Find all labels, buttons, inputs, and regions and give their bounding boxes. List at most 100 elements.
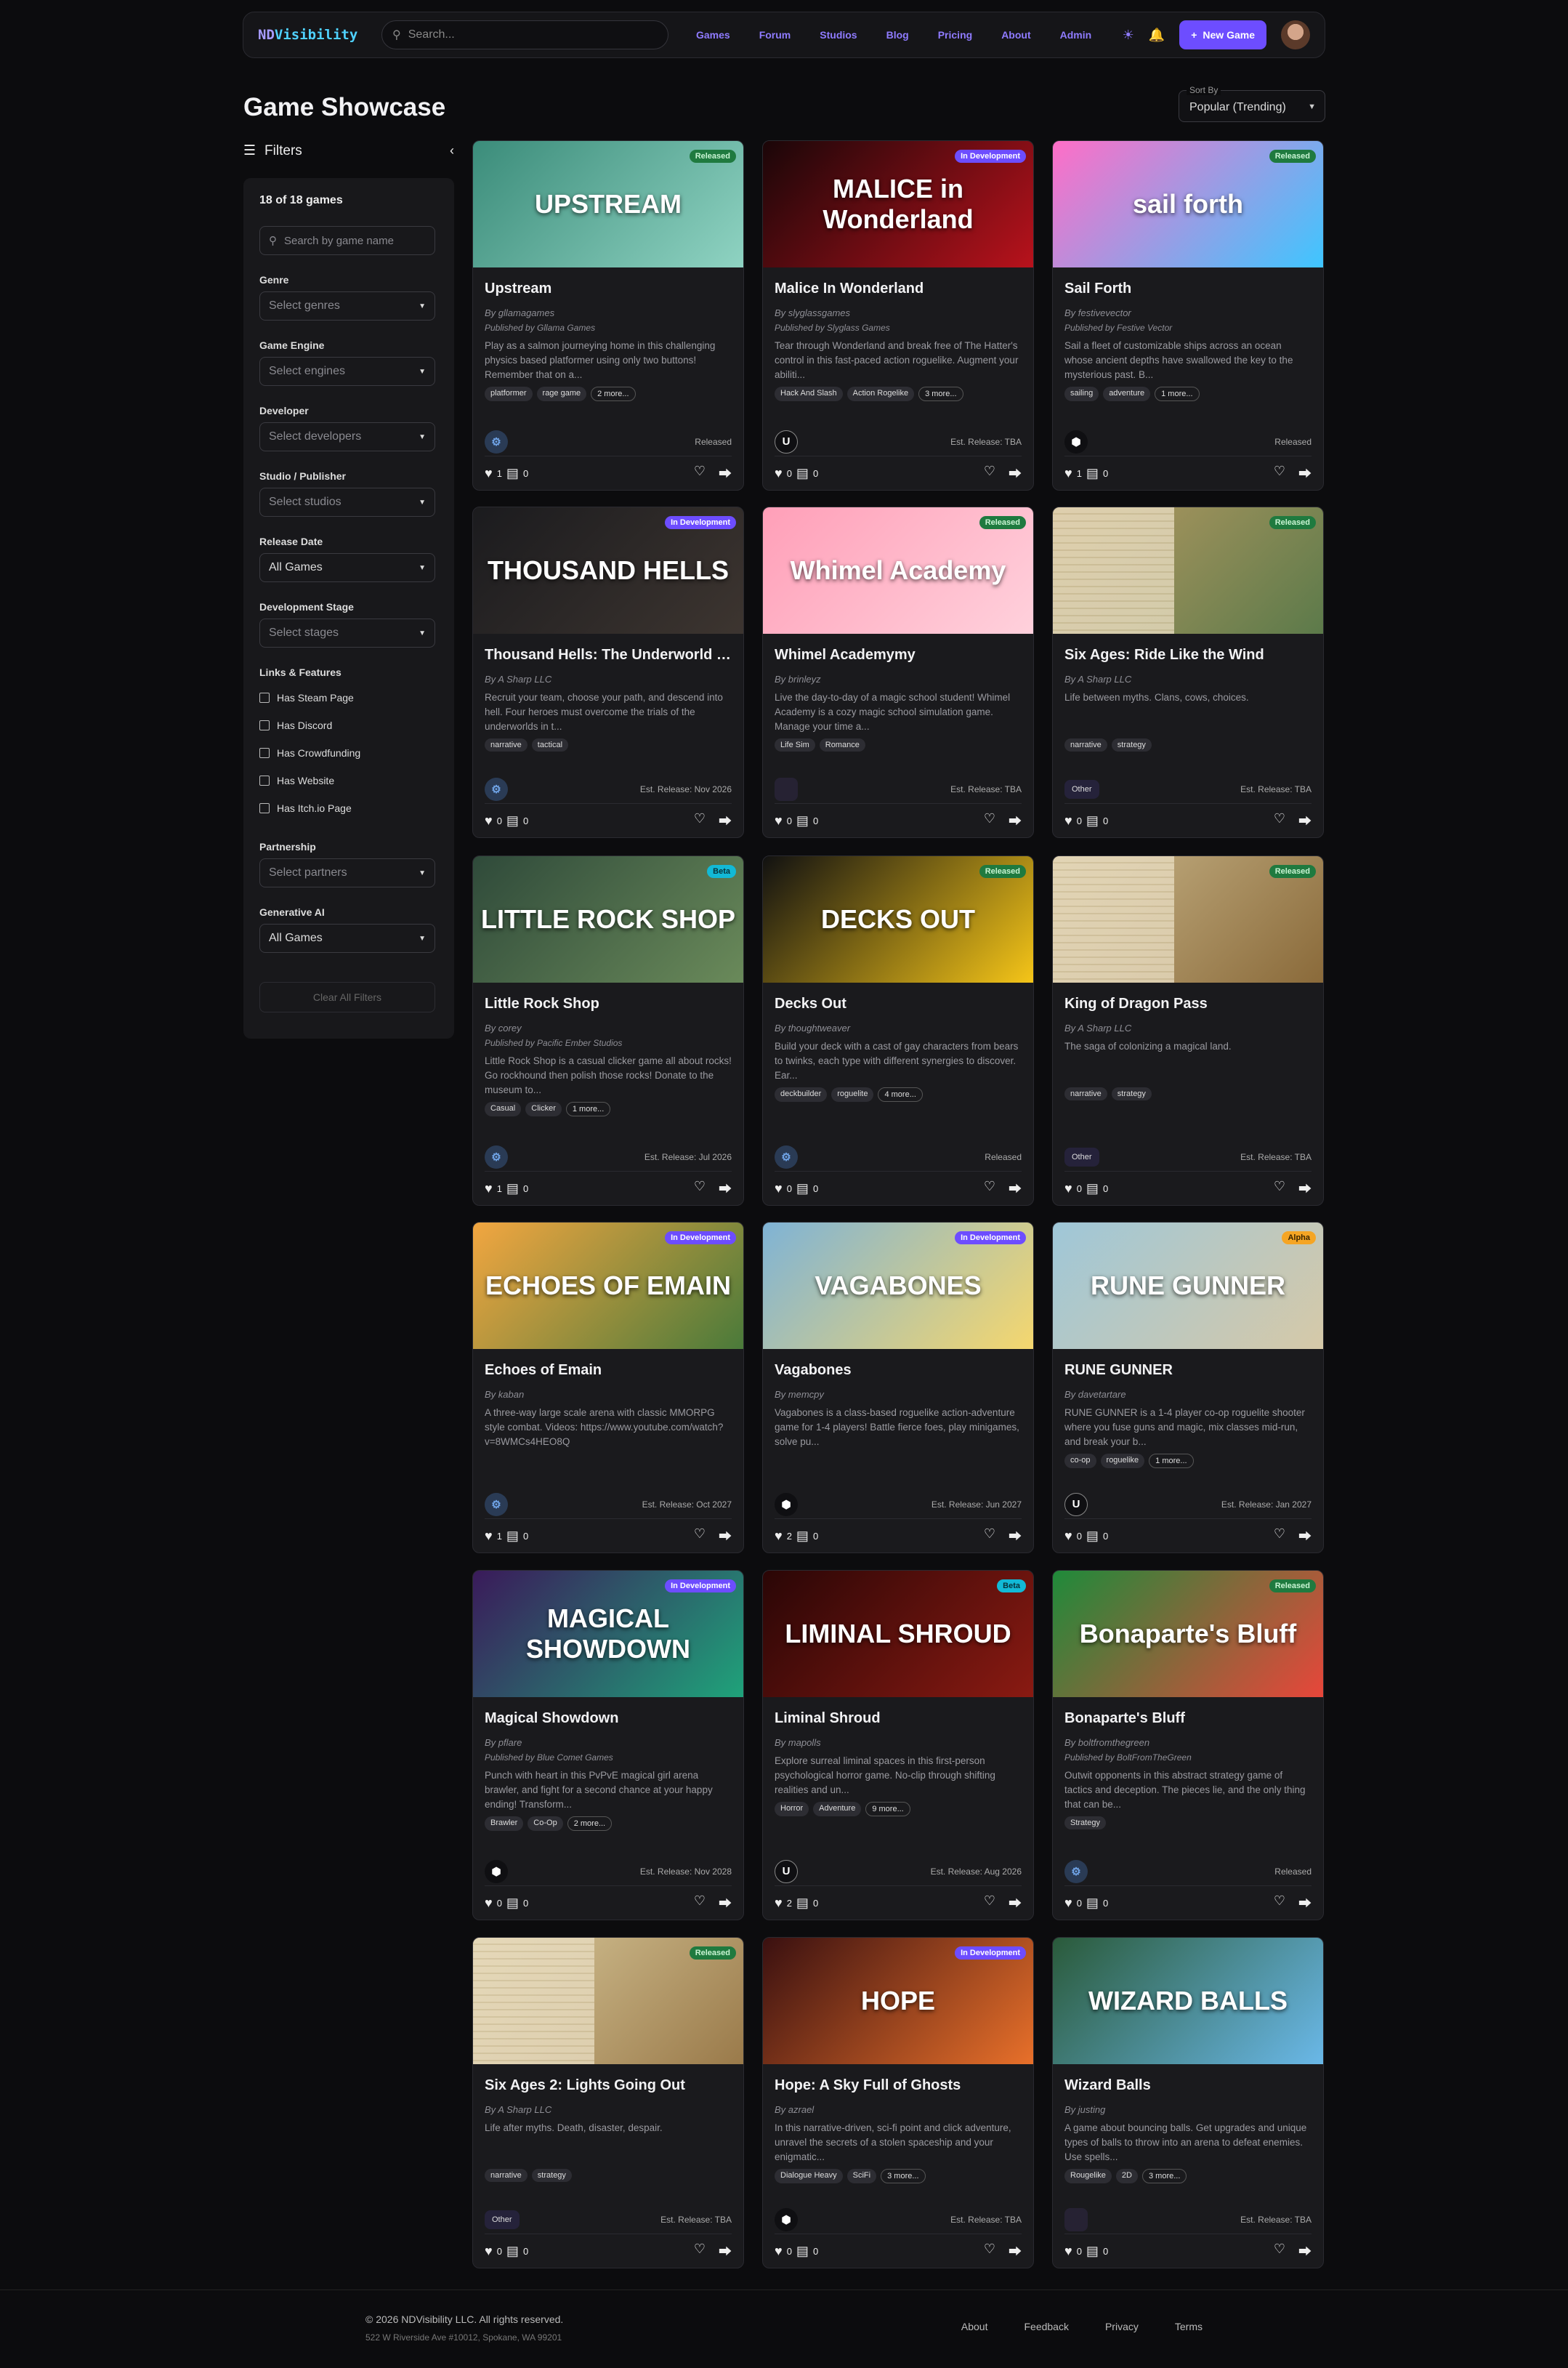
search-input[interactable]: ⚲ Search... — [381, 20, 668, 49]
heart-icon[interactable]: ♥ — [1064, 1896, 1072, 1911]
favorite-icon[interactable]: ♡ — [694, 1526, 706, 1545]
footer-link-about[interactable]: About — [961, 2321, 988, 2332]
footer-link-privacy[interactable]: Privacy — [1105, 2321, 1139, 2332]
collapse-icon[interactable]: ‹ — [450, 143, 454, 158]
tag[interactable]: Brawler — [485, 1816, 524, 1831]
game-cover-image[interactable]: UPSTREAM Released — [473, 141, 743, 267]
game-title[interactable]: Malice In Wonderland — [775, 281, 1022, 297]
comment-icon[interactable]: ▤ — [1086, 1529, 1099, 1544]
developer-name[interactable]: By A Sharp LLC — [485, 674, 732, 685]
checkbox-has-crowdfunding[interactable]: Has Crowdfunding — [259, 739, 438, 767]
tag[interactable]: SciFi — [846, 2169, 877, 2183]
comment-icon[interactable]: ▤ — [796, 1896, 809, 1911]
comment-icon[interactable]: ▤ — [506, 2244, 519, 2259]
tag[interactable]: 3 more... — [918, 387, 963, 401]
checkbox-box[interactable] — [259, 720, 270, 730]
game-title[interactable]: Thousand Hells: The Underworld Heists — [485, 647, 732, 664]
game-card[interactable]: DECKS OUT Released Decks Out By thoughtweav… — [762, 855, 1034, 1206]
developer-name[interactable]: By azrael — [775, 2104, 1022, 2115]
checkbox-has-website[interactable]: Has Website — [259, 767, 438, 794]
heart-icon[interactable]: ♥ — [485, 813, 493, 829]
comment-icon[interactable]: ▤ — [1086, 466, 1099, 481]
game-card[interactable]: MAGICAL SHOWDOWN In Development Magical Sh… — [472, 1570, 744, 1920]
developer-name[interactable]: By thoughtweaver — [775, 1023, 1022, 1034]
heart-icon[interactable]: ♥ — [775, 1181, 783, 1196]
checkbox-box[interactable] — [259, 776, 270, 786]
comment-icon[interactable]: ▤ — [506, 466, 519, 481]
tag[interactable]: strategy — [531, 2169, 572, 2182]
favorite-icon[interactable]: ♡ — [1274, 464, 1285, 483]
favorite-icon[interactable]: ♡ — [1274, 1179, 1285, 1198]
tag[interactable]: 9 more... — [865, 1802, 910, 1816]
developer-name[interactable]: By A Sharp LLC — [1064, 1023, 1312, 1034]
favorite-icon[interactable]: ♡ — [984, 1526, 995, 1545]
game-card[interactable]: HOPE In Development Hope: A Sky Full of Gh… — [762, 1937, 1034, 2268]
developer-name[interactable]: By festivevector — [1064, 307, 1312, 318]
tag[interactable]: 3 more... — [881, 2169, 926, 2183]
filter-select-release-date[interactable]: All Games ▼ — [259, 553, 435, 582]
developer-name[interactable]: By davetartare — [1064, 1389, 1312, 1400]
heart-icon[interactable]: ♥ — [485, 466, 493, 481]
tag[interactable]: Rougelike — [1064, 2169, 1112, 2183]
favorite-icon[interactable]: ♡ — [984, 1893, 995, 1912]
share-icon[interactable]: ⮕ — [719, 1893, 732, 1912]
favorite-icon[interactable]: ♡ — [984, 464, 995, 483]
tag[interactable]: deckbuilder — [775, 1087, 828, 1102]
game-card[interactable]: Bonaparte's Bluff Released Bonaparte's Blu… — [1052, 1570, 1324, 1920]
developer-name[interactable]: By brinleyz — [775, 674, 1022, 685]
share-icon[interactable]: ⮕ — [1298, 1893, 1312, 1912]
tag[interactable]: Adventure — [813, 1802, 862, 1816]
tag[interactable]: Co-Op — [528, 1816, 563, 1831]
favorite-icon[interactable]: ♡ — [1274, 2242, 1285, 2260]
nav-link-games[interactable]: Games — [682, 29, 745, 41]
comment-icon[interactable]: ▤ — [796, 466, 809, 481]
game-title[interactable]: Decks Out — [775, 996, 1022, 1012]
game-card[interactable]: UPSTREAM Released Upstream By gllamagames Pu… — [472, 140, 744, 491]
tag[interactable]: Clicker — [525, 1102, 562, 1116]
tag[interactable]: 1 more... — [1149, 1454, 1194, 1468]
heart-icon[interactable]: ♥ — [775, 2244, 783, 2259]
tag[interactable]: narrative — [485, 2169, 528, 2182]
game-title[interactable]: Upstream — [485, 281, 732, 297]
share-icon[interactable]: ⮕ — [1009, 2242, 1022, 2260]
share-icon[interactable]: ⮕ — [1009, 811, 1022, 830]
comment-icon[interactable]: ▤ — [796, 1529, 809, 1544]
favorite-icon[interactable]: ♡ — [984, 811, 995, 830]
bell-icon[interactable]: 🔔 — [1149, 28, 1165, 43]
game-card[interactable]: ECHOES OF EMAIN In Development Echoes of E… — [472, 1222, 744, 1553]
game-cover-image[interactable]: LIMINAL SHROUD Beta — [763, 1571, 1033, 1697]
filter-select-development-stage[interactable]: Select stages ▼ — [259, 619, 435, 648]
developer-name[interactable]: By boltfromthegreen — [1064, 1737, 1312, 1748]
tag[interactable]: platformer — [485, 387, 533, 401]
game-title[interactable]: Magical Showdown — [485, 1710, 732, 1727]
share-icon[interactable]: ⮕ — [719, 2242, 732, 2260]
share-icon[interactable]: ⮕ — [1298, 2242, 1312, 2260]
filter-select-game-engine[interactable]: Select engines ▼ — [259, 357, 435, 386]
game-card[interactable]: LIMINAL SHROUD Beta Liminal Shroud By mapol… — [762, 1570, 1034, 1920]
tag[interactable]: Casual — [485, 1102, 522, 1116]
footer-link-feedback[interactable]: Feedback — [1024, 2321, 1068, 2332]
nav-link-about[interactable]: About — [987, 29, 1045, 41]
game-title[interactable]: Sail Forth — [1064, 281, 1312, 297]
game-card[interactable]: Released Six Ages: Ride Like the Wind By A… — [1052, 507, 1324, 838]
game-card[interactable]: sail forth Released Sail Forth By festiveve… — [1052, 140, 1324, 491]
tag[interactable]: narrative — [1064, 738, 1107, 752]
game-cover-image[interactable]: Released — [473, 1938, 743, 2064]
tag[interactable]: sailing — [1064, 387, 1099, 401]
game-title[interactable]: Little Rock Shop — [485, 996, 732, 1012]
game-title[interactable]: Six Ages 2: Lights Going Out — [485, 2077, 732, 2094]
developer-name[interactable]: By justing — [1064, 2104, 1312, 2115]
tag[interactable]: Horror — [775, 1802, 809, 1816]
checkbox-has-discord[interactable]: Has Discord — [259, 712, 438, 739]
share-icon[interactable]: ⮕ — [719, 1179, 732, 1198]
game-cover-image[interactable]: HOPE In Development — [763, 1938, 1033, 2064]
game-cover-image[interactable]: ECHOES OF EMAIN In Development — [473, 1223, 743, 1349]
checkbox-box[interactable] — [259, 693, 270, 703]
comment-icon[interactable]: ▤ — [506, 1896, 519, 1911]
game-title[interactable]: Bonaparte's Bluff — [1064, 1710, 1312, 1727]
tag[interactable]: Action Rogelike — [846, 387, 915, 401]
tag[interactable]: 2D — [1115, 2169, 1138, 2183]
game-title[interactable]: King of Dragon Pass — [1064, 996, 1312, 1012]
game-title[interactable]: Hope: A Sky Full of Ghosts — [775, 2077, 1022, 2094]
heart-icon[interactable]: ♥ — [485, 2244, 493, 2259]
